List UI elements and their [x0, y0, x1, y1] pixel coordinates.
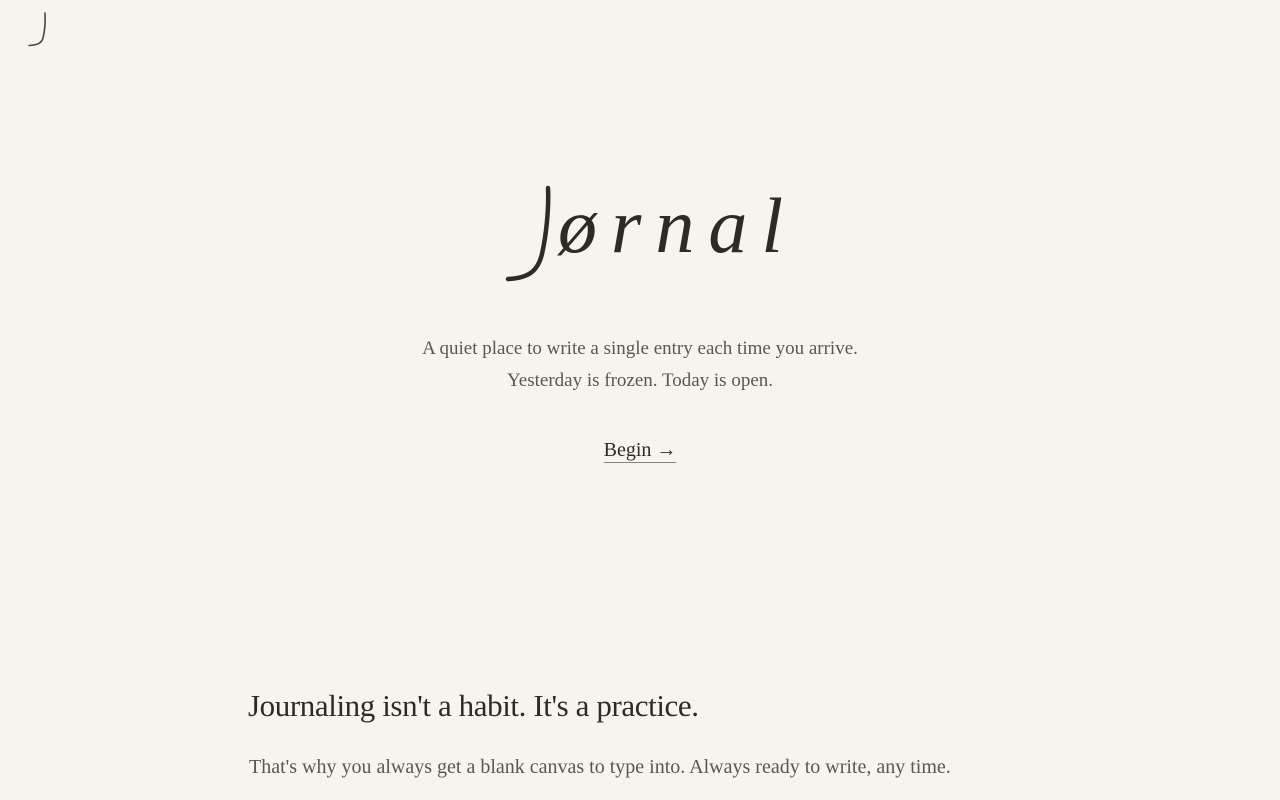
tagline-line-1: A quiet place to write a single entry ea…	[422, 338, 858, 359]
section-heading: Journaling isn't a habit. It's a practic…	[248, 688, 699, 723]
tagline-line-2: Yesterday is frozen. Today is open.	[506, 370, 774, 391]
landing-page: ørnal A quiet place to write a single en…	[0, 0, 1280, 800]
hero: ørnal	[0, 170, 1280, 294]
begin-link-wrapper: Begin →	[0, 436, 1280, 464]
section-body: That's why you always get a blank canvas…	[249, 756, 951, 778]
practice-section: Journaling isn't a habit. It's a practic…	[248, 684, 1048, 782]
home-logo-link[interactable]	[24, 10, 52, 50]
hero-wordmark: ørnal	[490, 170, 790, 290]
hero-tagline: A quiet place to write a single entry ea…	[0, 333, 1280, 397]
hero-title: ørnal	[558, 182, 798, 269]
begin-link[interactable]: Begin →	[603, 439, 677, 463]
j-monogram-icon	[28, 12, 46, 47]
